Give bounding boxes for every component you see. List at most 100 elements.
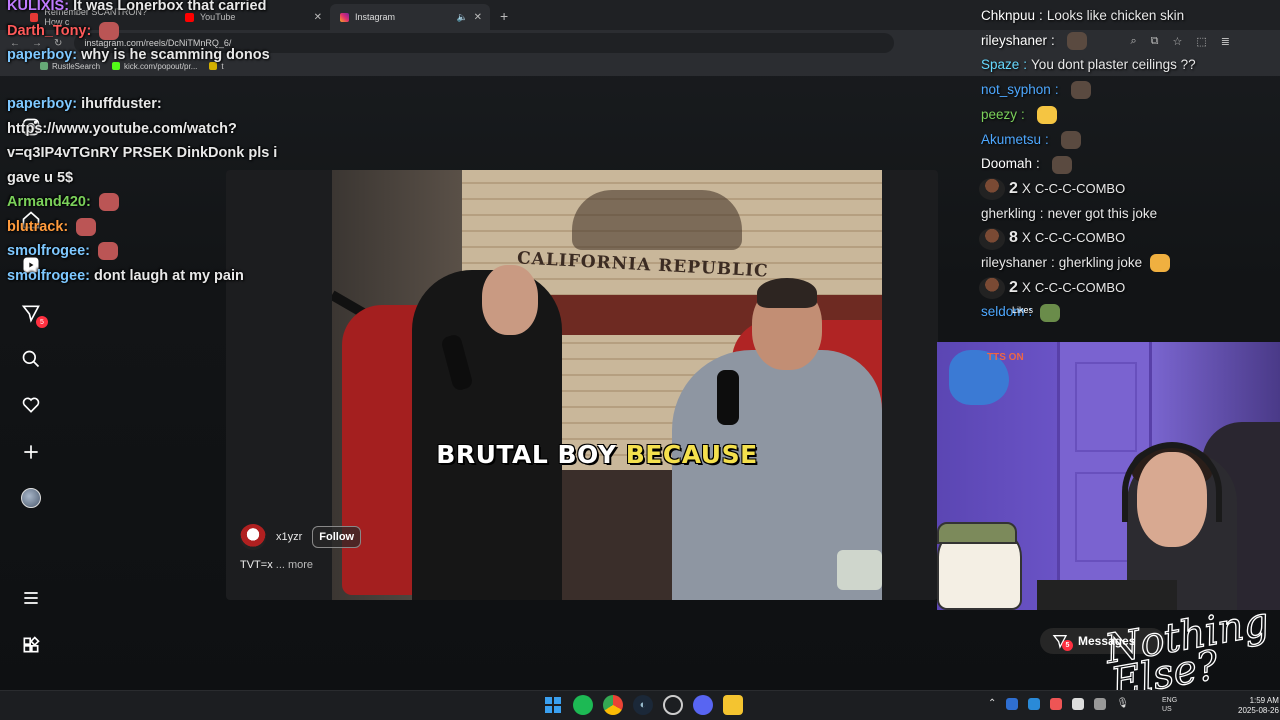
person-left-head [482, 265, 538, 335]
obs-icon[interactable] [663, 695, 683, 715]
lang-bottom: US [1162, 706, 1172, 713]
chat-text: never got this joke [1047, 205, 1158, 221]
heart-icon[interactable] [20, 394, 42, 416]
emote-icon [98, 193, 119, 212]
chat-text: why is he scamming donos [81, 47, 270, 63]
combo-count: 8 [1009, 229, 1018, 247]
notifications-badge: 5 [36, 316, 48, 328]
create-plus-icon[interactable] [20, 441, 42, 463]
chat-message [7, 68, 327, 93]
chat-user: blutrack [7, 218, 64, 235]
more-link[interactable]: ... more [276, 559, 313, 571]
instagram-favicon-icon [340, 12, 349, 22]
author-username[interactable]: x1yzr [276, 531, 302, 543]
chat-colon: : [85, 267, 95, 284]
combo-count: 2 [1009, 179, 1018, 197]
chrome-icon[interactable] [603, 695, 623, 715]
chat-message: rileyshaner: [981, 29, 1276, 54]
file-explorer-icon[interactable] [723, 695, 743, 715]
chat-message: Spaze: You dont plaster ceilings ?? [981, 53, 1276, 78]
windows-start-icon[interactable] [543, 695, 563, 715]
combo-line: 2 X C-C-C-COMBO [979, 177, 1276, 202]
language-indicator[interactable]: ENG US [1162, 696, 1177, 714]
chat-user: KULIXIS [7, 0, 65, 14]
combo-x: X [1021, 180, 1031, 196]
person-right-hair [757, 278, 817, 308]
chat-message: Doomah: [981, 152, 1276, 177]
system-clock[interactable]: 1:59 AM 2025-08-26 [1238, 696, 1279, 716]
chat-text: gherkling joke [1058, 255, 1143, 271]
chat-message: Armand420: [7, 190, 327, 215]
taskbar-apps: ◐ [543, 695, 743, 715]
tray-app-icon[interactable] [1094, 698, 1107, 710]
tab-title: Instagram [355, 12, 396, 22]
chat-colon: : [1021, 106, 1025, 122]
chat-message: Chknpuu: Looks like chicken skin [981, 4, 1276, 29]
microphone-icon[interactable]: 🎙 [1116, 698, 1129, 710]
combo-label: C-C-C-COMBO [1034, 180, 1126, 196]
chat-user: rileyshaner [981, 32, 1048, 48]
emote-icon [1150, 254, 1171, 273]
chat-colon: : [72, 96, 82, 112]
chat-message: smolfrogee: dont laugh at my pain [7, 264, 327, 289]
tray-app-icon[interactable] [1072, 698, 1085, 710]
author-avatar[interactable] [240, 524, 266, 550]
combo-label: C-C-C-COMBO [1034, 279, 1126, 295]
chat-user: Spaze [981, 57, 1020, 73]
combo-x: X [1021, 279, 1031, 295]
caption-highlight: BECAUSE [625, 440, 758, 469]
emote-icon [1036, 106, 1057, 125]
tray-app-icon[interactable] [1050, 698, 1063, 710]
chat-colon: : [64, 0, 74, 14]
close-tab-icon[interactable]: ✕ [474, 12, 482, 23]
chat-message: Akumetsu: [981, 128, 1276, 153]
chat-colon: : [1054, 82, 1059, 98]
emote-icon [98, 242, 119, 261]
more-apps-icon[interactable] [20, 634, 42, 656]
emote-face-icon [979, 277, 1005, 300]
chat-message: gherkling: never got this joke [981, 202, 1276, 227]
discord-icon[interactable] [693, 695, 713, 715]
new-tab-button[interactable]: + [500, 8, 508, 24]
microphone-right [717, 370, 739, 425]
chat-colon: : [1045, 131, 1049, 147]
chat-text: It was Lonerbox that carried [73, 0, 267, 14]
flag-bear-graphic [572, 190, 742, 250]
lang-top: ENG [1162, 697, 1178, 704]
chat-colon: : [86, 22, 96, 39]
windows-taskbar: ◐ ⌃ 🎙 ENG US 1:59 AM 2025-08-26 [0, 690, 1280, 720]
emote-icon [99, 21, 120, 40]
chat-user: Chknpuu [981, 8, 1036, 23]
menu-icon[interactable] [20, 587, 42, 609]
chat-user: Armand420 [7, 194, 86, 210]
tts-label: TTS ON [987, 352, 1024, 363]
chat-message: peezy: [981, 103, 1276, 128]
video-caption: BRUTAL BOY BECAUSE [332, 440, 862, 469]
spotify-icon[interactable] [573, 695, 593, 715]
chat-colon: : [72, 47, 82, 63]
tray-app-icon[interactable] [1028, 698, 1041, 710]
chat-text: dont laugh at my pain [94, 267, 244, 284]
chat-colon: : [85, 194, 95, 210]
emote-icon [76, 217, 97, 236]
profile-avatar[interactable] [20, 487, 42, 509]
reel-video[interactable]: CALIFORNIA REPUBLIC BRUTAL BOY BECAUSE [332, 170, 882, 600]
tray-app-icon[interactable] [1006, 698, 1019, 710]
combo-x: X [1021, 230, 1031, 246]
chat-text: gave u 5$ [7, 169, 74, 186]
emote-face-icon [979, 227, 1005, 250]
search-icon[interactable] [20, 348, 42, 370]
combo-label: C-C-C-COMBO [1034, 230, 1126, 246]
chat-colon: : [63, 218, 73, 235]
steam-icon[interactable]: ◐ [633, 695, 653, 715]
emote-icon [1060, 130, 1081, 149]
tray-chevron-icon[interactable]: ⌃ [988, 698, 996, 710]
messenger-icon[interactable]: 5 [20, 302, 48, 328]
follow-button[interactable]: Follow [312, 526, 362, 548]
chat-overlay-left: KULIXIS: It was Lonerbox that carried Dar… [7, 0, 327, 288]
tab-instagram[interactable]: Instagram 🔈 ✕ [330, 4, 490, 30]
emote-icon [1070, 81, 1091, 100]
chat-message: https://www.youtube.com/watch? [7, 117, 327, 142]
speaker-icon[interactable]: 🔈 [457, 12, 468, 23]
reel-description: TVT=x ... more [240, 559, 313, 571]
